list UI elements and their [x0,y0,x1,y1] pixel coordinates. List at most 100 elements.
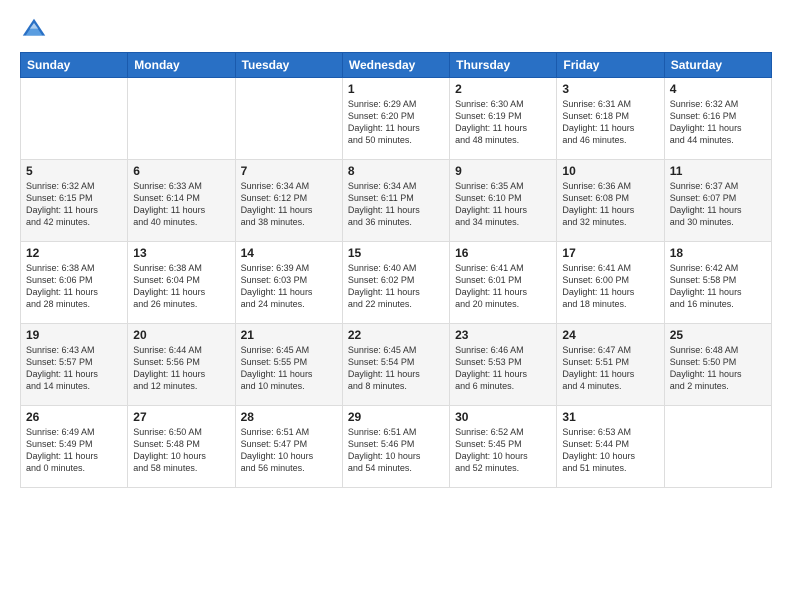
day-info: Sunrise: 6:34 AM Sunset: 6:11 PM Dayligh… [348,180,444,229]
calendar-cell: 26 Sunrise: 6:49 AM Sunset: 5:49 PM Dayli… [21,406,128,488]
day-number: 3 [562,82,658,96]
day-info: Sunrise: 6:42 AM Sunset: 5:58 PM Dayligh… [670,262,766,311]
calendar-week-4: 26 Sunrise: 6:49 AM Sunset: 5:49 PM Dayli… [21,406,772,488]
day-info: Sunrise: 6:33 AM Sunset: 6:14 PM Dayligh… [133,180,229,229]
calendar-cell: 18Sunrise: 6:42 AM Sunset: 5:58 PM Dayli… [664,242,771,324]
day-info: Sunrise: 6:44 AM Sunset: 5:56 PM Dayligh… [133,344,229,393]
header-sunday: Sunday [21,53,128,78]
calendar-cell: 23 Sunrise: 6:46 AM Sunset: 5:53 PM Dayli… [450,324,557,406]
day-info: Sunrise: 6:50 AM Sunset: 5:48 PM Dayligh… [133,426,229,475]
calendar-cell: 6 Sunrise: 6:33 AM Sunset: 6:14 PM Daylig… [128,160,235,242]
logo-icon [20,16,48,44]
day-info: Sunrise: 6:32 AM Sunset: 6:15 PM Dayligh… [26,180,122,229]
calendar-cell: 20Sunrise: 6:44 AM Sunset: 5:56 PM Dayli… [128,324,235,406]
day-number: 26 [26,410,122,424]
calendar-cell: 31Sunrise: 6:53 AM Sunset: 5:44 PM Dayli… [557,406,664,488]
day-info: Sunrise: 6:48 AM Sunset: 5:50 PM Dayligh… [670,344,766,393]
day-number: 22 [348,328,444,342]
calendar-cell [128,78,235,160]
page: Sunday Monday Tuesday Wednesday Thursday… [0,0,792,612]
calendar-cell: 22 Sunrise: 6:45 AM Sunset: 5:54 PM Dayli… [342,324,449,406]
day-info: Sunrise: 6:46 AM Sunset: 5:53 PM Dayligh… [455,344,551,393]
day-info: Sunrise: 6:41 AM Sunset: 6:01 PM Dayligh… [455,262,551,311]
day-number: 27 [133,410,229,424]
day-number: 23 [455,328,551,342]
weekday-header-row: Sunday Monday Tuesday Wednesday Thursday… [21,53,772,78]
calendar-cell [21,78,128,160]
header-tuesday: Tuesday [235,53,342,78]
calendar: Sunday Monday Tuesday Wednesday Thursday… [20,52,772,488]
day-info: Sunrise: 6:36 AM Sunset: 6:08 PM Dayligh… [562,180,658,229]
day-info: Sunrise: 6:32 AM Sunset: 6:16 PM Dayligh… [670,98,766,147]
day-number: 30 [455,410,551,424]
day-number: 15 [348,246,444,260]
header-monday: Monday [128,53,235,78]
calendar-week-2: 12Sunrise: 6:38 AM Sunset: 6:06 PM Dayli… [21,242,772,324]
calendar-cell: 25 Sunrise: 6:48 AM Sunset: 5:50 PM Dayli… [664,324,771,406]
calendar-cell: 2Sunrise: 6:30 AM Sunset: 6:19 PM Daylig… [450,78,557,160]
day-number: 24 [562,328,658,342]
calendar-cell: 13Sunrise: 6:38 AM Sunset: 6:04 PM Dayli… [128,242,235,324]
day-info: Sunrise: 6:39 AM Sunset: 6:03 PM Dayligh… [241,262,337,311]
day-info: Sunrise: 6:37 AM Sunset: 6:07 PM Dayligh… [670,180,766,229]
day-number: 28 [241,410,337,424]
day-number: 17 [562,246,658,260]
calendar-cell: 15Sunrise: 6:40 AM Sunset: 6:02 PM Dayli… [342,242,449,324]
day-number: 19 [26,328,122,342]
day-number: 7 [241,164,337,178]
day-number: 2 [455,82,551,96]
header-wednesday: Wednesday [342,53,449,78]
calendar-cell: 27 Sunrise: 6:50 AM Sunset: 5:48 PM Dayli… [128,406,235,488]
day-number: 6 [133,164,229,178]
day-info: Sunrise: 6:53 AM Sunset: 5:44 PM Dayligh… [562,426,658,475]
day-number: 1 [348,82,444,96]
logo [20,16,52,44]
day-info: Sunrise: 6:41 AM Sunset: 6:00 PM Dayligh… [562,262,658,311]
header-saturday: Saturday [664,53,771,78]
day-number: 25 [670,328,766,342]
day-info: Sunrise: 6:43 AM Sunset: 5:57 PM Dayligh… [26,344,122,393]
calendar-cell: 17 Sunrise: 6:41 AM Sunset: 6:00 PM Dayli… [557,242,664,324]
day-info: Sunrise: 6:45 AM Sunset: 5:54 PM Dayligh… [348,344,444,393]
day-info: Sunrise: 6:47 AM Sunset: 5:51 PM Dayligh… [562,344,658,393]
day-number: 21 [241,328,337,342]
calendar-cell: 1 Sunrise: 6:29 AM Sunset: 6:20 PM Daylig… [342,78,449,160]
day-number: 29 [348,410,444,424]
day-info: Sunrise: 6:35 AM Sunset: 6:10 PM Dayligh… [455,180,551,229]
calendar-cell [664,406,771,488]
calendar-cell: 7 Sunrise: 6:34 AM Sunset: 6:12 PM Daylig… [235,160,342,242]
day-number: 9 [455,164,551,178]
calendar-cell: 5 Sunrise: 6:32 AM Sunset: 6:15 PM Daylig… [21,160,128,242]
calendar-cell: 11 Sunrise: 6:37 AM Sunset: 6:07 PM Dayli… [664,160,771,242]
header [20,16,772,44]
day-number: 11 [670,164,766,178]
day-number: 4 [670,82,766,96]
day-number: 5 [26,164,122,178]
day-info: Sunrise: 6:52 AM Sunset: 5:45 PM Dayligh… [455,426,551,475]
calendar-cell: 14Sunrise: 6:39 AM Sunset: 6:03 PM Dayli… [235,242,342,324]
calendar-week-1: 5 Sunrise: 6:32 AM Sunset: 6:15 PM Daylig… [21,160,772,242]
calendar-cell: 3Sunrise: 6:31 AM Sunset: 6:18 PM Daylig… [557,78,664,160]
day-number: 13 [133,246,229,260]
day-number: 8 [348,164,444,178]
calendar-cell: 24 Sunrise: 6:47 AM Sunset: 5:51 PM Dayli… [557,324,664,406]
calendar-cell: 28Sunrise: 6:51 AM Sunset: 5:47 PM Dayli… [235,406,342,488]
header-thursday: Thursday [450,53,557,78]
calendar-week-3: 19 Sunrise: 6:43 AM Sunset: 5:57 PM Dayli… [21,324,772,406]
calendar-cell: 8 Sunrise: 6:34 AM Sunset: 6:11 PM Daylig… [342,160,449,242]
day-info: Sunrise: 6:45 AM Sunset: 5:55 PM Dayligh… [241,344,337,393]
day-number: 10 [562,164,658,178]
day-number: 12 [26,246,122,260]
calendar-week-0: 1 Sunrise: 6:29 AM Sunset: 6:20 PM Daylig… [21,78,772,160]
day-info: Sunrise: 6:34 AM Sunset: 6:12 PM Dayligh… [241,180,337,229]
calendar-cell: 4 Sunrise: 6:32 AM Sunset: 6:16 PM Daylig… [664,78,771,160]
calendar-cell: 30 Sunrise: 6:52 AM Sunset: 5:45 PM Dayli… [450,406,557,488]
calendar-cell: 10 Sunrise: 6:36 AM Sunset: 6:08 PM Dayli… [557,160,664,242]
calendar-cell: 19 Sunrise: 6:43 AM Sunset: 5:57 PM Dayli… [21,324,128,406]
calendar-cell: 29Sunrise: 6:51 AM Sunset: 5:46 PM Dayli… [342,406,449,488]
day-number: 16 [455,246,551,260]
calendar-cell: 12Sunrise: 6:38 AM Sunset: 6:06 PM Dayli… [21,242,128,324]
day-info: Sunrise: 6:49 AM Sunset: 5:49 PM Dayligh… [26,426,122,475]
day-info: Sunrise: 6:29 AM Sunset: 6:20 PM Dayligh… [348,98,444,147]
calendar-cell: 21 Sunrise: 6:45 AM Sunset: 5:55 PM Dayli… [235,324,342,406]
